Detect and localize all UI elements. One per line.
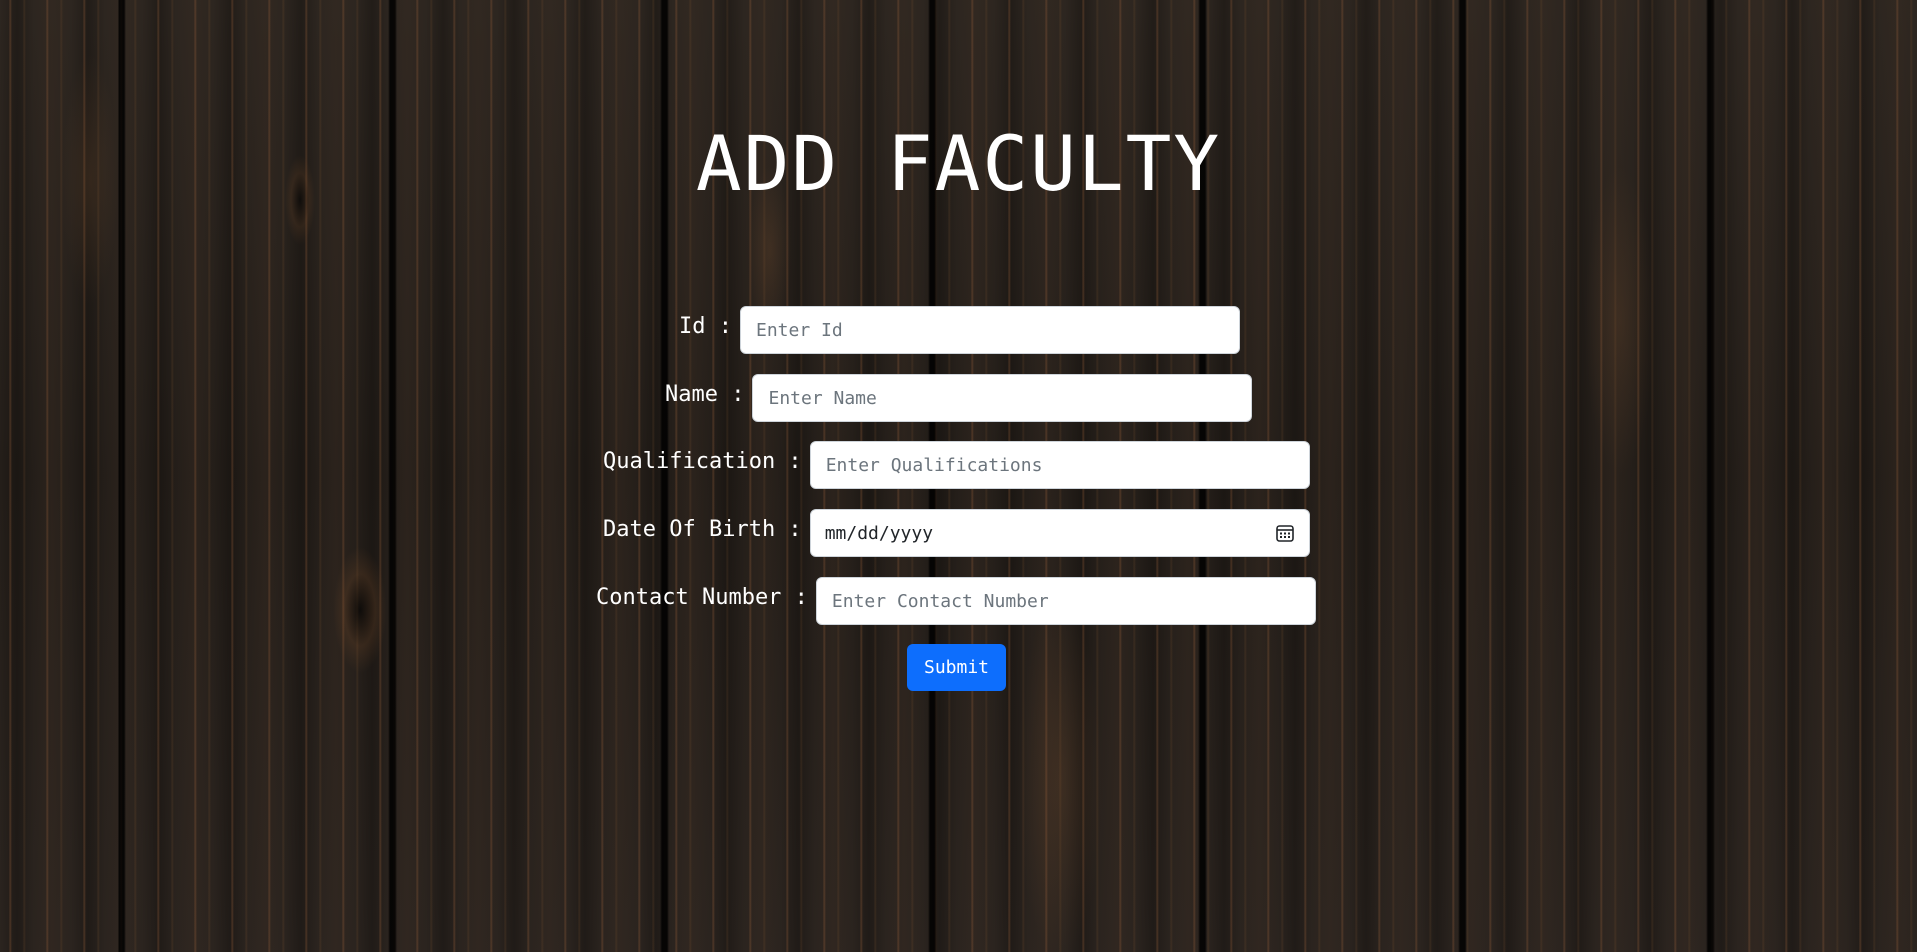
contact-row: Contact Number :: [596, 577, 1316, 625]
contact-label: Contact Number :: [596, 584, 808, 610]
page-title: ADD FACULTY: [695, 119, 1222, 208]
name-label: Name :: [665, 381, 745, 407]
name-row: Name :: [665, 374, 1253, 422]
name-input[interactable]: [752, 374, 1253, 422]
qualification-input[interactable]: [809, 441, 1310, 489]
id-row: Id :: [679, 306, 1240, 354]
id-label: Id :: [679, 313, 732, 339]
dob-value: mm/dd/yyyy: [824, 522, 934, 544]
qualification-row: Qualification :: [603, 441, 1310, 489]
submit-button[interactable]: Submit: [907, 644, 1006, 691]
contact-input[interactable]: [815, 577, 1316, 625]
calendar-icon[interactable]: [1275, 523, 1295, 543]
dob-label: Date Of Birth :: [603, 516, 802, 542]
dob-row: Date Of Birth : mm/dd/yyyy: [603, 509, 1310, 557]
dob-input[interactable]: mm/dd/yyyy: [809, 509, 1310, 557]
qualification-label: Qualification :: [603, 448, 802, 474]
id-input[interactable]: [739, 306, 1240, 354]
